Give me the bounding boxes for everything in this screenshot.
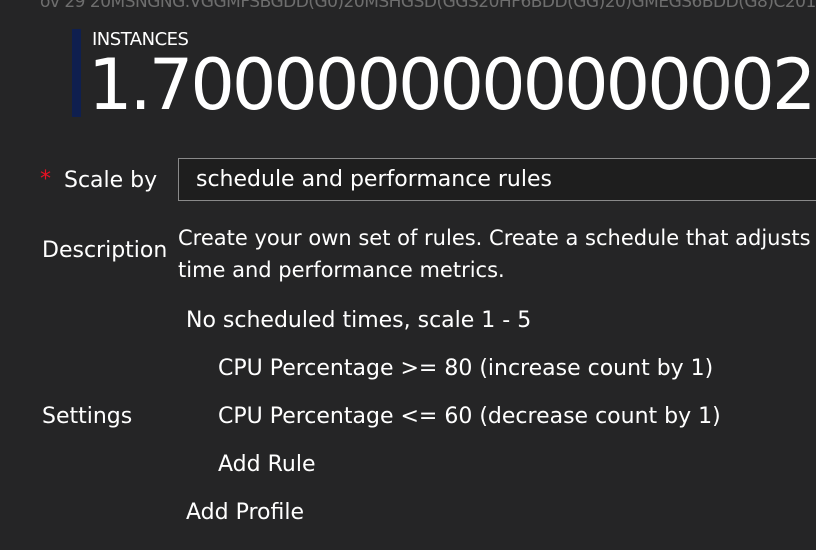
required-asterisk: * [40,167,51,192]
description-text: Create your own set of rules. Create a s… [178,226,816,282]
settings-label: Settings [42,404,133,429]
rule-link-increase[interactable]: CPU Percentage >= 80 (increase count by … [218,356,713,381]
instances-accent-bar [72,29,81,117]
header-strip: ov 29 20MSNGNG.VGGMFSBGDD(G0)20MSHGSD(GG… [40,0,816,12]
scale-by-label: Scale by [64,168,158,193]
scale-by-select[interactable]: schedule and performance rules [178,158,816,201]
profile-link[interactable]: No scheduled times, scale 1 - 5 [186,308,531,333]
autoscale-panel: ov 29 20MSNGNG.VGGMFSBGDD(G0)20MSHGSD(GG… [0,0,816,550]
scale-by-select-value: schedule and performance rules [196,167,552,192]
add-rule-link[interactable]: Add Rule [218,452,315,477]
instances-value: 1.7000000000000002 [88,44,816,126]
description-label: Description [42,238,168,263]
add-profile-link[interactable]: Add Profile [186,500,304,525]
rule-link-decrease[interactable]: CPU Percentage <= 60 (decrease count by … [218,404,721,429]
